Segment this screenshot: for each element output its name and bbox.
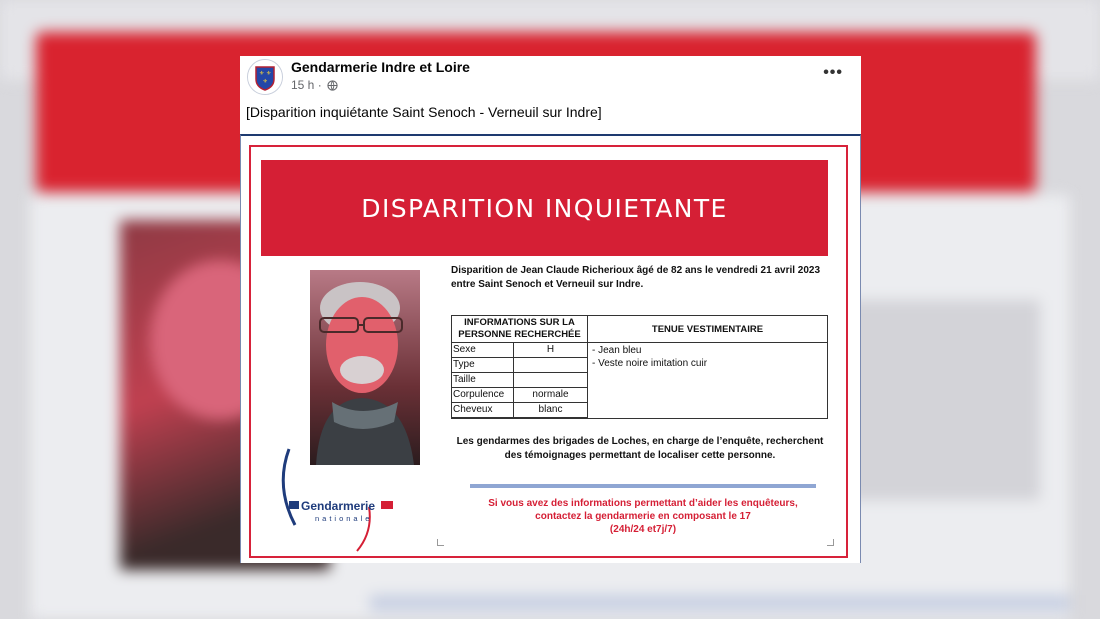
row-label: Taille xyxy=(452,373,514,388)
poster-banner: DISPARITION INQUIETANTE xyxy=(261,160,828,256)
missing-person-photo xyxy=(310,270,420,465)
logo-name: Gendarmerie xyxy=(301,499,376,513)
clothing-list: - Jean bleu - Veste noire imitation cuir xyxy=(592,344,707,370)
page-avatar[interactable]: ⚜ ⚜ ⚜ xyxy=(247,59,283,95)
row-value: blanc xyxy=(514,403,588,418)
poster-title: DISPARITION INQUIETANTE xyxy=(361,193,728,223)
svg-text:⚜: ⚜ xyxy=(266,70,271,77)
row-value: normale xyxy=(514,388,588,403)
post-text: [Disparition inquiétante Saint Senoch - … xyxy=(246,104,602,120)
contact-line: contactez la gendarmerie en composant le… xyxy=(535,511,751,522)
clothing-item: - Veste noire imitation cuir xyxy=(592,358,708,369)
post-time[interactable]: 15 h xyxy=(291,78,314,92)
poster-frame: DISPARITION INQUIETANTE Disparition de J… xyxy=(249,145,848,558)
table-header-clothing: TENUE VESTIMENTAIRE xyxy=(588,316,827,343)
contact-line: Si vous avez des informations permettant… xyxy=(488,498,798,509)
divider xyxy=(470,484,816,488)
row-value xyxy=(514,358,588,373)
flag-icon xyxy=(289,501,299,509)
facebook-post: ⚜ ⚜ ⚜ Gendarmerie Indre et Loire 15 h · … xyxy=(240,56,861,563)
crop-mark xyxy=(437,539,444,546)
table-row: Taille xyxy=(452,373,588,388)
contact-line: (24h/24 et7j/7) xyxy=(609,524,677,535)
table-row: Cheveux blanc xyxy=(452,403,588,418)
coat-of-arms-icon: ⚜ ⚜ ⚜ xyxy=(248,60,282,94)
poster-image[interactable]: DISPARITION INQUIETANTE Disparition de J… xyxy=(240,134,861,563)
flag-icon xyxy=(381,501,393,509)
more-options-icon[interactable]: ••• xyxy=(823,64,843,82)
globe-icon xyxy=(327,80,338,91)
disappearance-description: Disparition de Jean Claude Richerioux âg… xyxy=(451,265,821,290)
post-meta: 15 h · xyxy=(291,78,338,92)
row-label: Corpulence xyxy=(452,388,514,403)
row-value xyxy=(514,373,588,388)
svg-text:⚜: ⚜ xyxy=(259,70,264,77)
page-name[interactable]: Gendarmerie Indre et Loire xyxy=(291,59,470,75)
table-header-person: INFORMATIONS SUR LA PERSONNE RECHERCHÉE xyxy=(452,316,588,343)
row-label: Type xyxy=(452,358,514,373)
row-label: Sexe xyxy=(452,343,514,358)
table-row: Sexe H xyxy=(452,343,588,358)
table-row: Type xyxy=(452,358,588,373)
person-info-table: INFORMATIONS SUR LA PERSONNE RECHERCHÉE … xyxy=(451,315,828,419)
clothing-item: - Jean bleu xyxy=(592,345,642,356)
investigation-text: Les gendarmes des brigades de Loches, en… xyxy=(456,436,824,461)
post-header: ⚜ ⚜ ⚜ Gendarmerie Indre et Loire 15 h · … xyxy=(240,56,861,104)
svg-text:⚜: ⚜ xyxy=(263,78,268,85)
crop-mark xyxy=(827,539,834,546)
contact-text: Si vous avez des informations permettant… xyxy=(447,497,839,536)
row-value: H xyxy=(514,343,588,358)
logo-subtitle: nationale xyxy=(315,514,373,523)
row-label: Cheveux xyxy=(452,403,514,418)
table-row: Corpulence normale xyxy=(452,388,588,403)
